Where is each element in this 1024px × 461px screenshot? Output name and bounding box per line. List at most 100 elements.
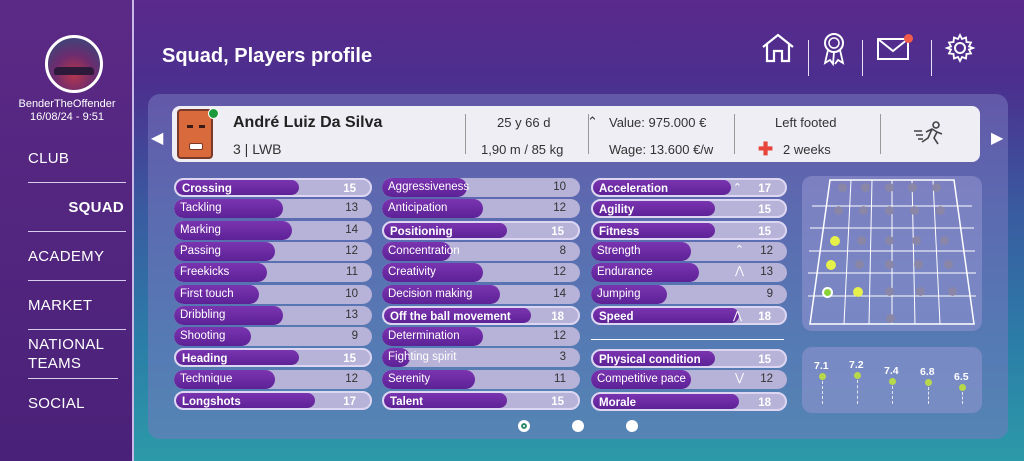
position-marker <box>838 183 847 192</box>
attribute-label: Longshots <box>182 396 241 408</box>
attribute-value: 18 <box>758 396 771 409</box>
avatar[interactable] <box>45 35 103 93</box>
attribute-label: Fighting spirit <box>388 351 457 364</box>
attribute-bar: Heading 15 <box>174 348 372 368</box>
trend-down-icon: ⋁ <box>734 372 744 385</box>
nav-squad[interactable]: SQUAD <box>28 183 126 232</box>
attribute-label: Talent <box>390 396 424 408</box>
home-icon[interactable] <box>758 30 798 66</box>
attribute-label: Serenity <box>388 372 431 385</box>
award-icon[interactable] <box>814 30 854 66</box>
position-marker <box>916 287 925 296</box>
attribute-label: Morale <box>599 396 637 409</box>
prev-player-arrow-icon[interactable]: ◀ <box>151 128 163 148</box>
attribute-bar: Shooting 9 <box>174 327 372 347</box>
position-marker <box>834 206 843 215</box>
position-marker <box>857 236 866 245</box>
position-marker <box>855 260 864 269</box>
attribute-bar: Creativity 12 <box>382 263 580 283</box>
attribute-value: 15 <box>758 225 771 238</box>
position-marker <box>932 183 941 192</box>
rating-stem <box>928 386 929 404</box>
nav-club[interactable]: CLUB <box>28 134 126 183</box>
running-player-icon[interactable] <box>912 120 946 151</box>
position-marker <box>826 260 836 270</box>
attribute-value: 13 <box>345 308 358 321</box>
page-indicator-2[interactable] <box>572 420 584 432</box>
mail-icon[interactable] <box>875 30 915 66</box>
position-marker <box>914 260 923 269</box>
attribute-bar: Endurance ⋀ 13 <box>591 263 787 283</box>
attribute-label: Off the ball movement <box>390 310 511 323</box>
attribute-bar: Fitness 15 <box>591 220 787 240</box>
player-height-weight: 1,90 m / 85 kg <box>481 142 564 157</box>
attribute-label: Marking <box>180 223 221 236</box>
preferred-foot: Left footed <box>775 115 837 130</box>
attribute-value: 11 <box>346 266 358 279</box>
attribute-bar: Talent 15 <box>382 391 580 410</box>
attribute-label: Concentration <box>388 244 460 257</box>
player-age: 25 y 66 d <box>497 115 551 130</box>
match-rating: 7.1 <box>814 360 829 373</box>
attribute-label: Agility <box>599 204 635 217</box>
nav-national-teams[interactable]: NATIONAL TEAMS <box>28 330 118 379</box>
player-number-position: 3 | LWB <box>233 141 282 157</box>
attribute-value: 17 <box>343 396 356 408</box>
attribute-bar: Positioning 15 <box>382 220 580 240</box>
attribute-label: Acceleration <box>599 183 669 195</box>
attribute-label: Heading <box>182 353 228 366</box>
nav-social[interactable]: SOCIAL <box>28 379 126 428</box>
settings-gear-icon[interactable] <box>940 30 980 66</box>
attribute-value: 13 <box>345 202 358 215</box>
position-marker <box>910 206 919 215</box>
attribute-label: Tackling <box>180 202 222 215</box>
attribute-bar: Competitive pace ⋁ 12 <box>591 370 787 390</box>
position-marker <box>948 287 957 296</box>
attribute-label: Speed <box>599 310 634 323</box>
nav-academy[interactable]: ACADEMY <box>28 232 126 281</box>
player-value: Value: 975.000 € <box>609 115 707 130</box>
attribute-label: Aggressiveness <box>388 181 470 193</box>
page-indicator-1[interactable] <box>518 420 530 432</box>
position-marker <box>885 260 894 269</box>
attribute-value: 14 <box>345 223 358 236</box>
attribute-value: 18 <box>758 310 771 323</box>
next-player-arrow-icon[interactable]: ▶ <box>991 128 1003 148</box>
attribute-label: Jumping <box>597 287 641 300</box>
attribute-label: Determination <box>388 330 460 343</box>
attribute-bar: Technique 12 <box>174 369 372 389</box>
attribute-value: 10 <box>345 287 358 300</box>
position-marker <box>912 236 921 245</box>
match-rating: 7.2 <box>849 358 864 371</box>
attribute-bar: Determination 12 <box>382 327 580 347</box>
attribute-label: Freekicks <box>180 266 230 279</box>
player-face-avatar <box>177 109 213 159</box>
position-marker <box>940 236 949 245</box>
trend-up-icon: ⌃ <box>732 182 742 194</box>
attribute-bar: Acceleration ⌃ 17 <box>591 178 787 197</box>
attribute-bar: Off the ball movement 18 <box>382 305 580 325</box>
page-indicator-3[interactable] <box>626 420 638 432</box>
attribute-bar: Fighting spirit 3 <box>382 348 580 368</box>
attribute-value: 12 <box>345 244 358 257</box>
attribute-value: 12 <box>553 330 566 343</box>
attribute-value: 18 <box>551 310 564 323</box>
attribute-label: First touch <box>180 287 234 300</box>
match-rating: 6.5 <box>954 371 969 384</box>
attribute-value: 12 <box>760 373 773 386</box>
attribute-value: 10 <box>553 181 566 193</box>
position-marker <box>861 183 870 192</box>
attribute-value: 15 <box>343 183 356 195</box>
attribute-value: 9 <box>766 287 773 300</box>
notification-badge <box>904 34 913 43</box>
position-pitch <box>802 176 982 331</box>
attribute-bar: Speed ⋀ 18 <box>591 305 787 325</box>
attribute-label: Competitive pace <box>597 373 686 386</box>
attribute-bar: Longshots 17 <box>174 391 372 410</box>
position-marker <box>885 287 894 296</box>
trend-up-icon: ⌃ <box>734 243 744 256</box>
attribute-value: 9 <box>351 330 358 343</box>
nav-market[interactable]: MARKET <box>28 281 126 330</box>
attribute-bar: Jumping 9 <box>591 284 787 304</box>
username: BenderTheOffender <box>18 98 116 110</box>
